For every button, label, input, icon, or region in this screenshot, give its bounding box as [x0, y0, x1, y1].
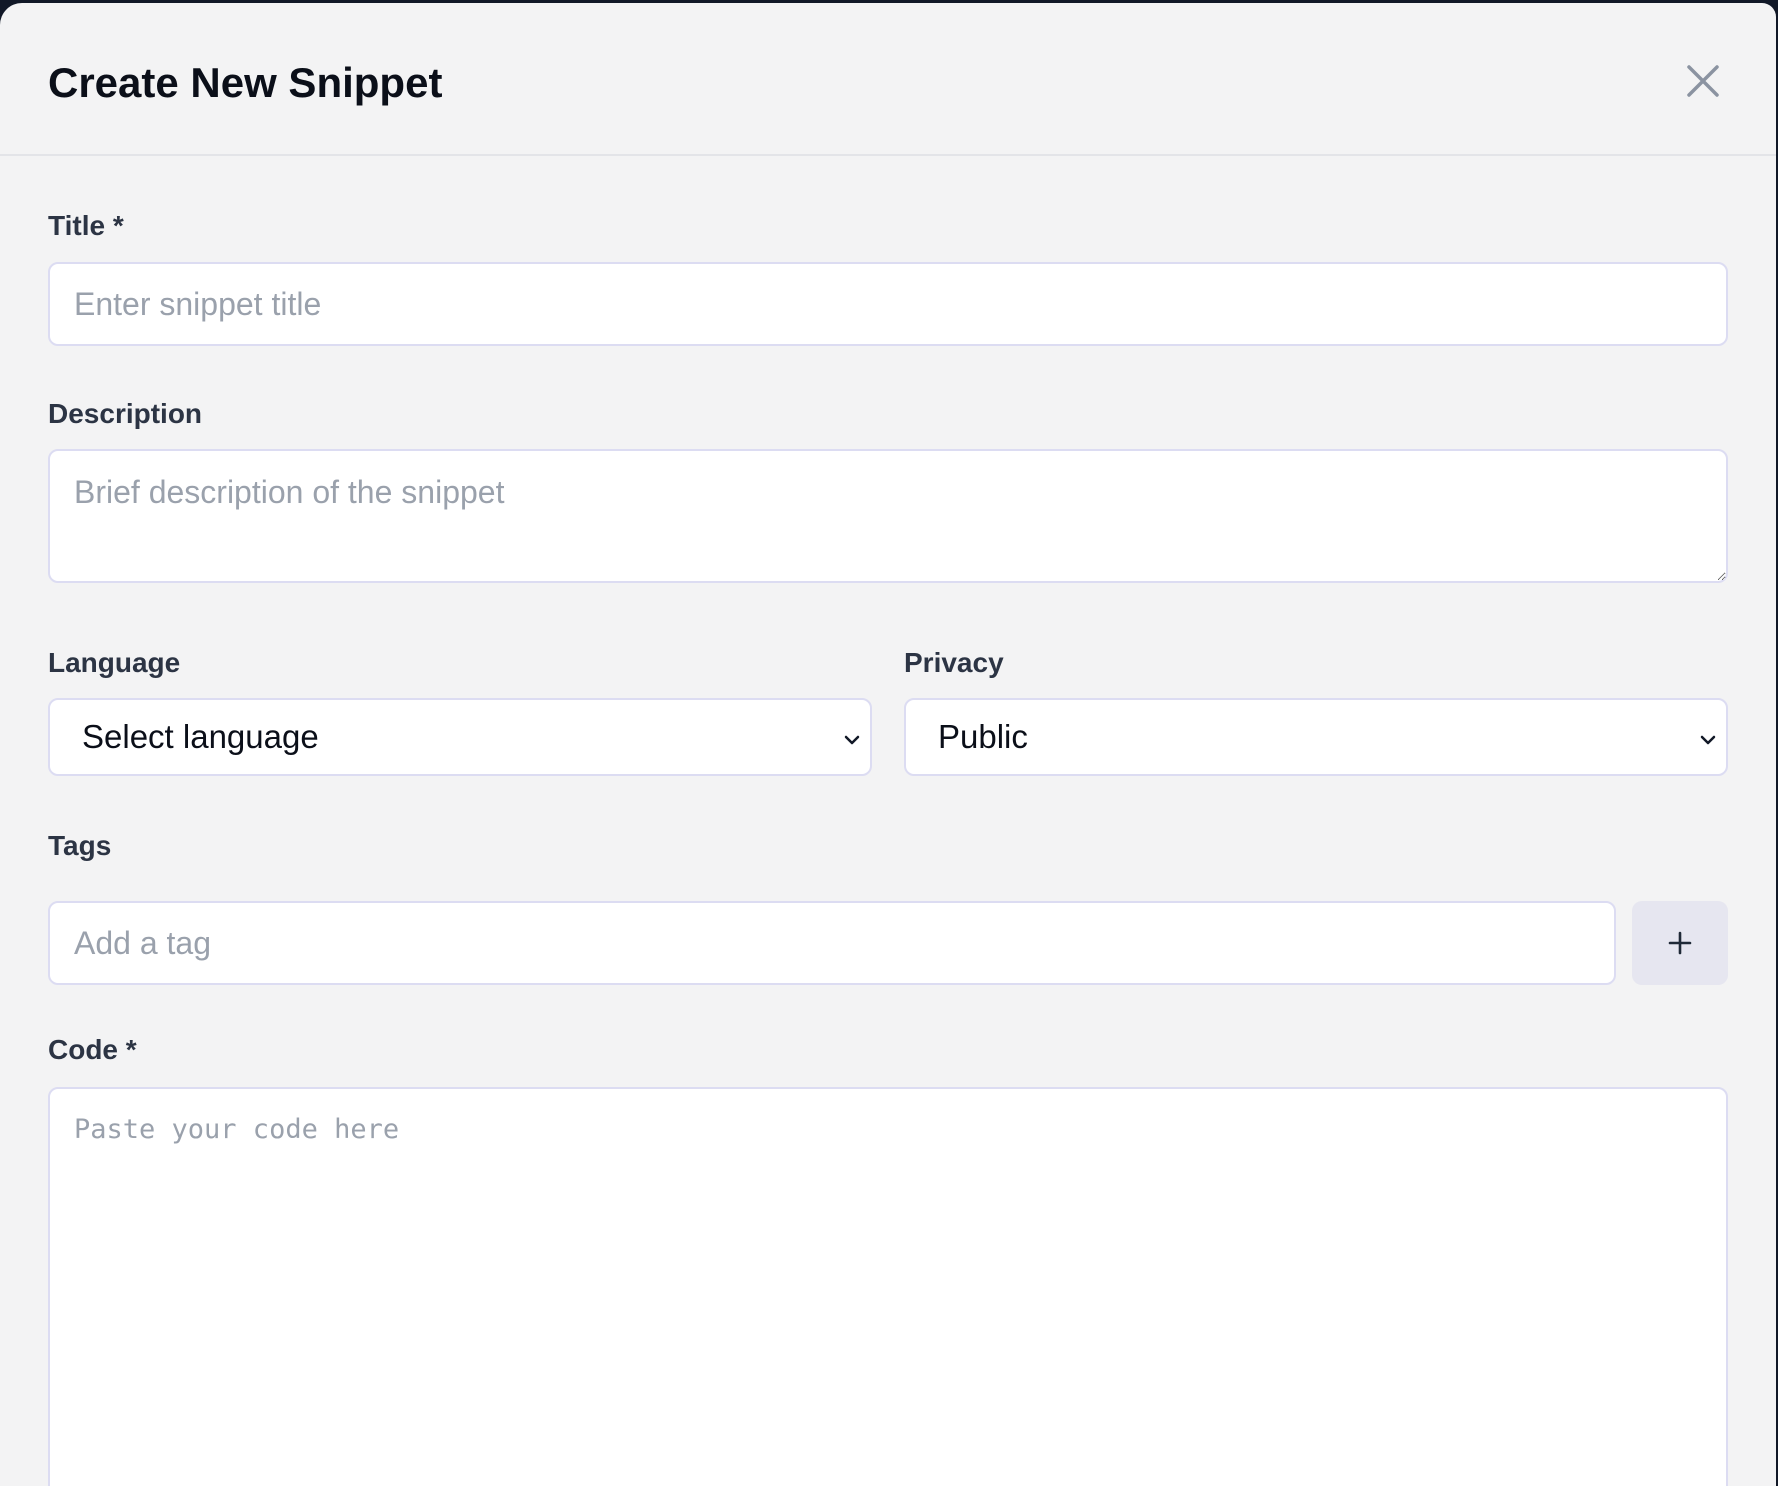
- description-label: Description: [48, 398, 203, 429]
- description-textarea[interactable]: [48, 449, 1728, 583]
- language-select[interactable]: Select language: [48, 698, 872, 776]
- tag-input[interactable]: [48, 901, 1616, 985]
- privacy-select[interactable]: Public: [904, 698, 1728, 776]
- code-label: Code *: [48, 1034, 137, 1065]
- tags-label: Tags: [48, 830, 112, 861]
- close-icon[interactable]: [1683, 61, 1723, 101]
- add-tag-button[interactable]: [1632, 901, 1728, 985]
- title-input[interactable]: [48, 262, 1728, 346]
- plus-icon: [1668, 931, 1692, 955]
- chevron-down-icon: [1694, 726, 1722, 759]
- create-snippet-dialog: Create New Snippet Title * Description L…: [0, 3, 1776, 1486]
- chevron-down-icon: [838, 726, 866, 759]
- language-label: Language: [48, 647, 181, 678]
- privacy-label: Privacy: [904, 647, 1004, 678]
- title-label: Title *: [48, 210, 124, 241]
- code-textarea[interactable]: [48, 1087, 1728, 1486]
- language-selected-value: Select language: [82, 718, 319, 755]
- dialog-title: Create New Snippet: [48, 59, 443, 106]
- privacy-selected-value: Public: [938, 718, 1028, 755]
- dialog-header: Create New Snippet: [0, 3, 1776, 156]
